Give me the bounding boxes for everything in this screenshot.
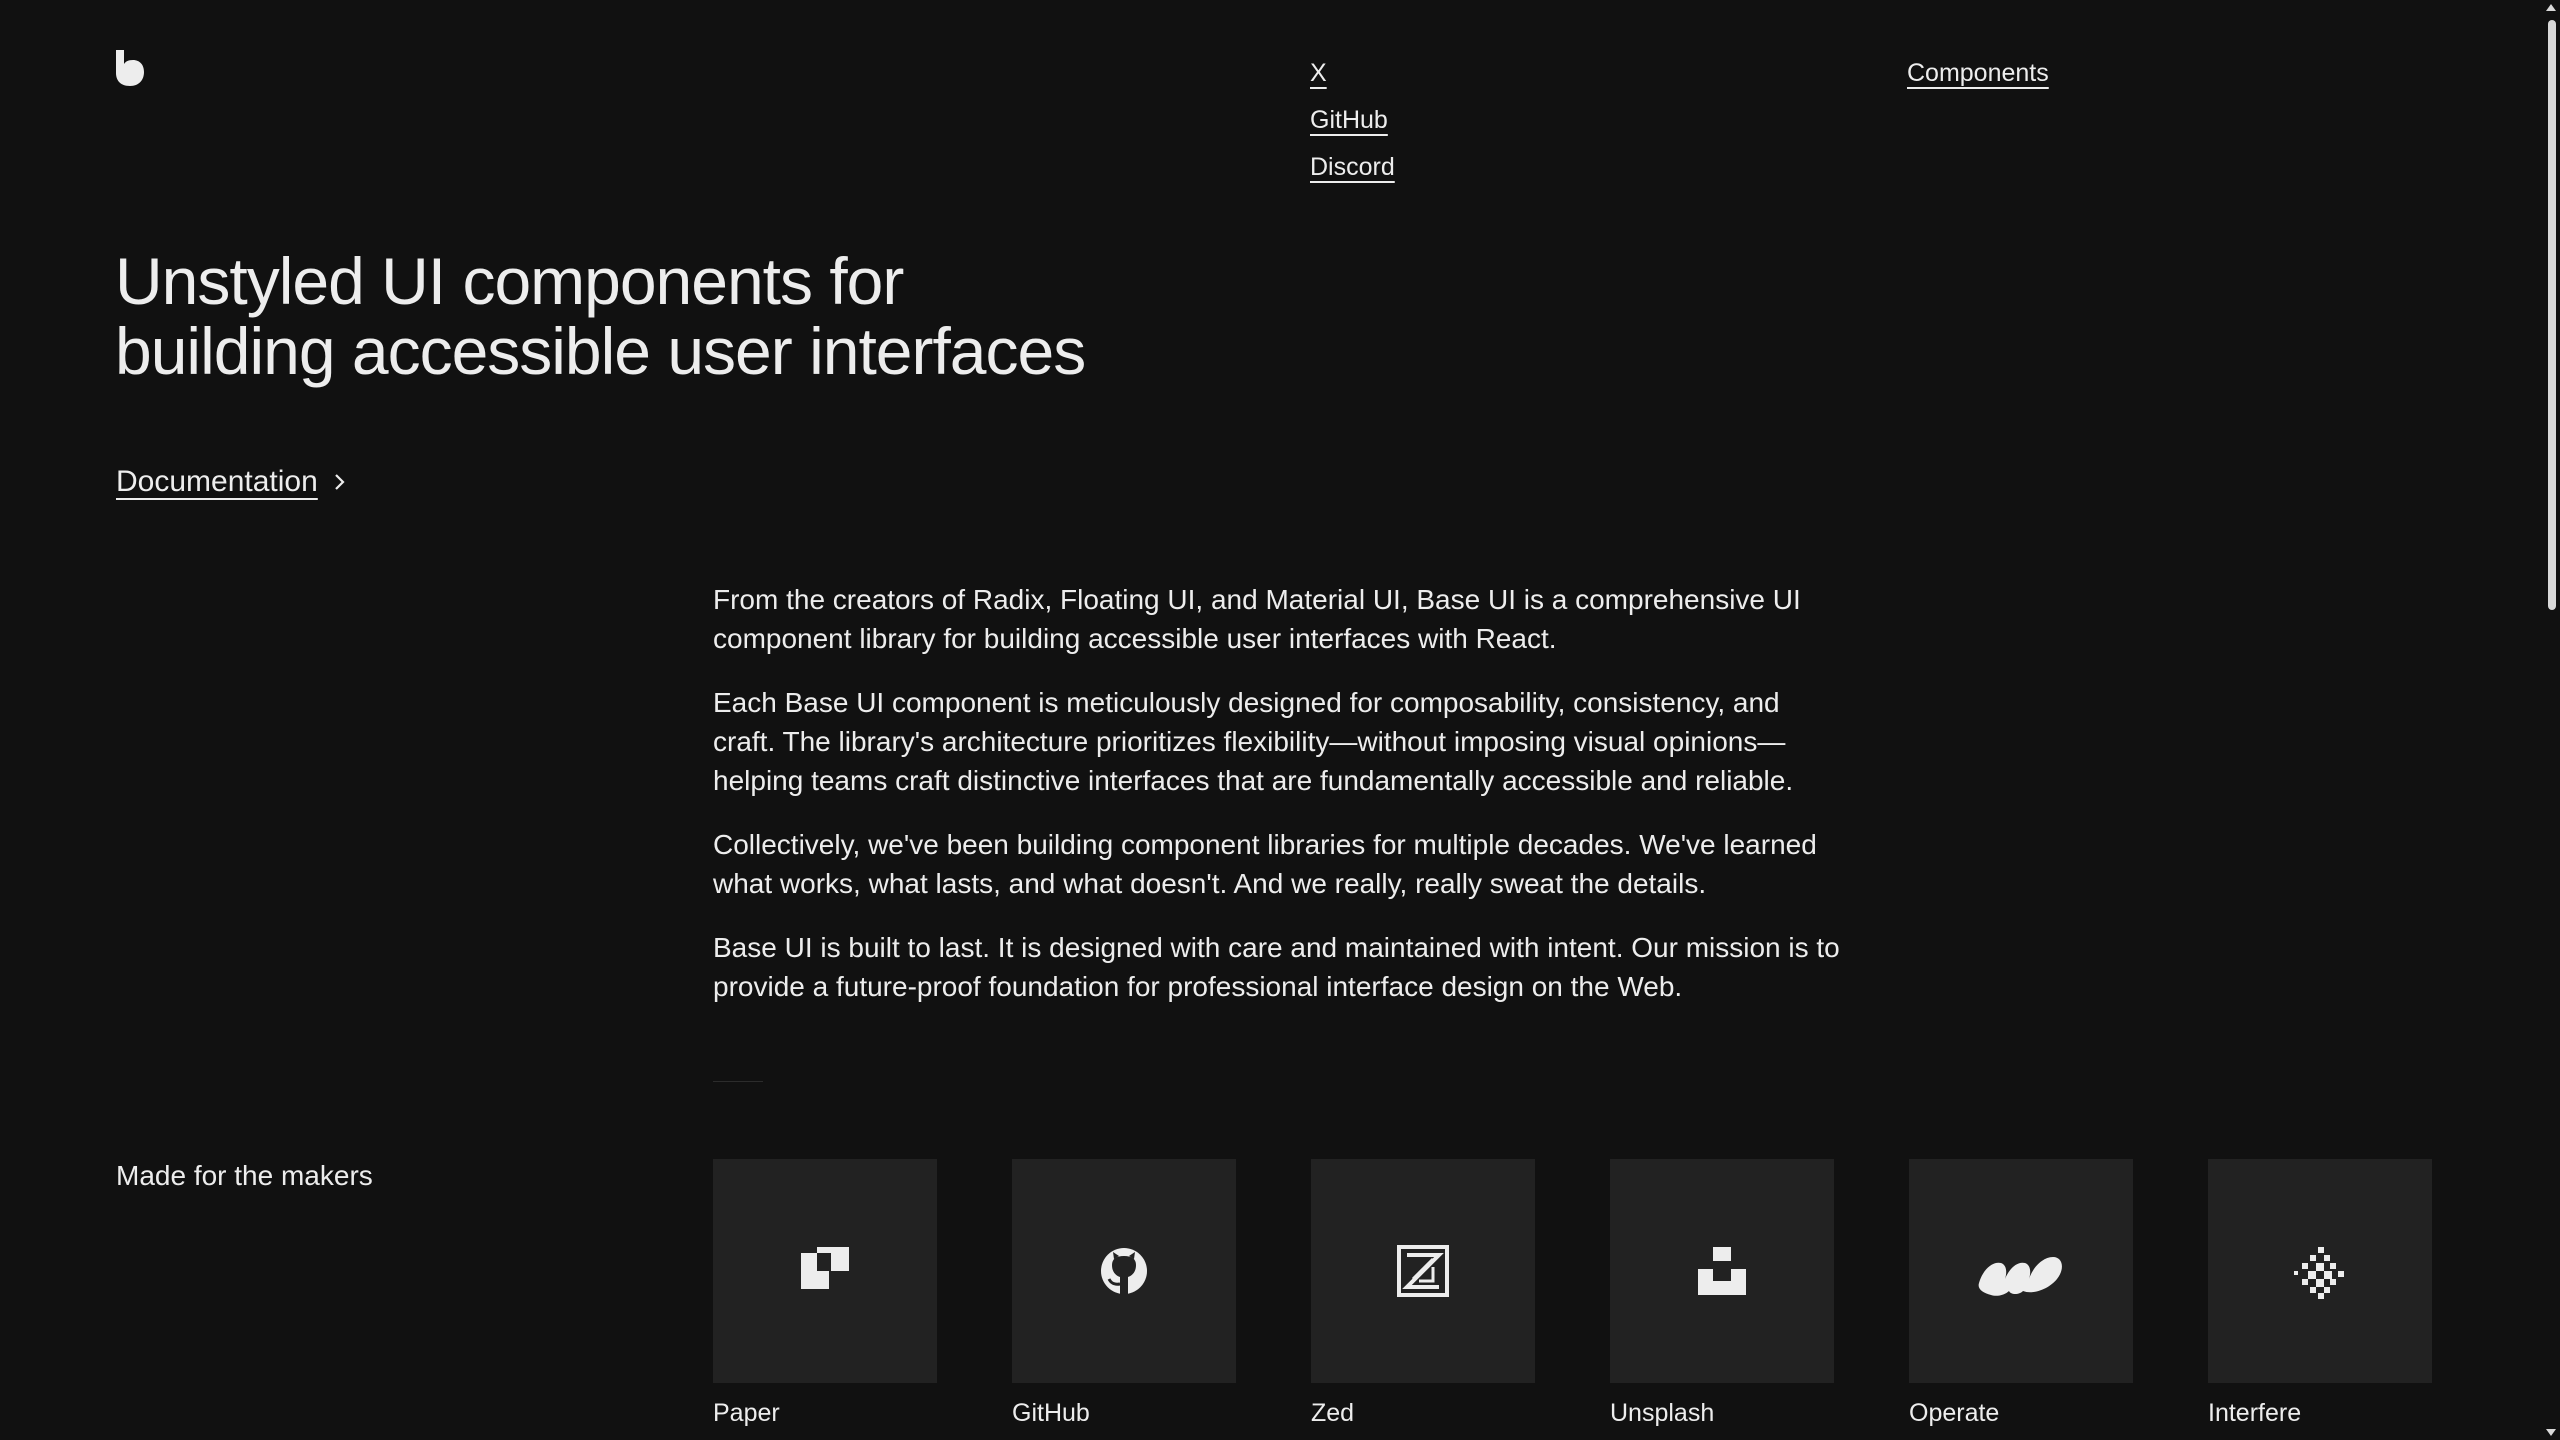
- scroll-down-arrow-icon[interactable]: [2546, 1429, 2556, 1436]
- nav-link-x[interactable]: X: [1310, 50, 1327, 97]
- chevron-right-icon[interactable]: [332, 471, 348, 493]
- maker-card-paper[interactable]: Paper: [713, 1159, 937, 1428]
- documentation-link[interactable]: Documentation: [116, 465, 318, 499]
- nav-link-github[interactable]: GitHub: [1310, 97, 1388, 144]
- intro-paragraph-3: Collectively, we've been building compon…: [713, 829, 1817, 899]
- intro-paragraph-1: From the creators of Radix, Floating UI,…: [713, 584, 1801, 654]
- base-ui-logo-icon[interactable]: [116, 50, 144, 86]
- maker-tile[interactable]: [2208, 1159, 2432, 1383]
- scrollbar-thumb[interactable]: [2548, 20, 2556, 610]
- section-divider: [713, 1081, 763, 1082]
- nav-link-components[interactable]: Components: [1907, 50, 2049, 97]
- paper-logo-icon: [801, 1247, 849, 1289]
- hero-title: Unstyled UI components for building acce…: [115, 246, 1215, 386]
- intro-section: From the creators of Radix, Floating UI,…: [713, 580, 1843, 1031]
- main-nav: Components: [1907, 50, 2049, 97]
- github-logo-icon: [1101, 1248, 1147, 1294]
- maker-name[interactable]: Zed: [1311, 1399, 1535, 1428]
- hero-title-line-1: Unstyled UI components for: [115, 244, 904, 318]
- makers-heading: Made for the makers: [116, 1160, 373, 1191]
- makers-grid: Paper GitHub Zed Unsplash Operate Interf…: [713, 1159, 2432, 1428]
- maker-name[interactable]: GitHub: [1012, 1399, 1236, 1428]
- maker-tile[interactable]: [1909, 1159, 2133, 1383]
- interfere-logo-icon: [2294, 1247, 2344, 1299]
- documentation-link-group: Documentation: [116, 465, 348, 499]
- maker-name[interactable]: Operate: [1909, 1399, 2133, 1428]
- zed-logo-icon: [1397, 1245, 1449, 1297]
- maker-tile[interactable]: [713, 1159, 937, 1383]
- maker-card-zed[interactable]: Zed: [1311, 1159, 1535, 1428]
- maker-tile[interactable]: [1610, 1159, 1834, 1383]
- maker-name[interactable]: Unsplash: [1610, 1399, 1834, 1428]
- scroll-up-arrow-icon[interactable]: [2546, 4, 2556, 11]
- maker-tile[interactable]: [1012, 1159, 1236, 1383]
- social-nav: X GitHub Discord: [1310, 50, 1395, 191]
- maker-card-operate[interactable]: Operate: [1909, 1159, 2133, 1428]
- maker-card-unsplash[interactable]: Unsplash: [1610, 1159, 1834, 1428]
- maker-name[interactable]: Paper: [713, 1399, 937, 1428]
- operate-logo-icon: [1978, 1257, 2062, 1296]
- hero-title-line-2: building accessible user interfaces: [115, 314, 1086, 388]
- maker-card-github[interactable]: GitHub: [1012, 1159, 1236, 1428]
- intro-paragraph-4: Base UI is built to last. It is designed…: [713, 932, 1840, 1002]
- unsplash-logo-icon: [1698, 1247, 1746, 1295]
- maker-card-interfere[interactable]: Interfere: [2208, 1159, 2432, 1428]
- vertical-scrollbar[interactable]: [2542, 0, 2560, 1440]
- maker-tile[interactable]: [1311, 1159, 1535, 1383]
- nav-link-discord[interactable]: Discord: [1310, 144, 1395, 191]
- maker-name[interactable]: Interfere: [2208, 1399, 2432, 1428]
- intro-paragraph-2: Each Base UI component is meticulously d…: [713, 687, 1794, 796]
